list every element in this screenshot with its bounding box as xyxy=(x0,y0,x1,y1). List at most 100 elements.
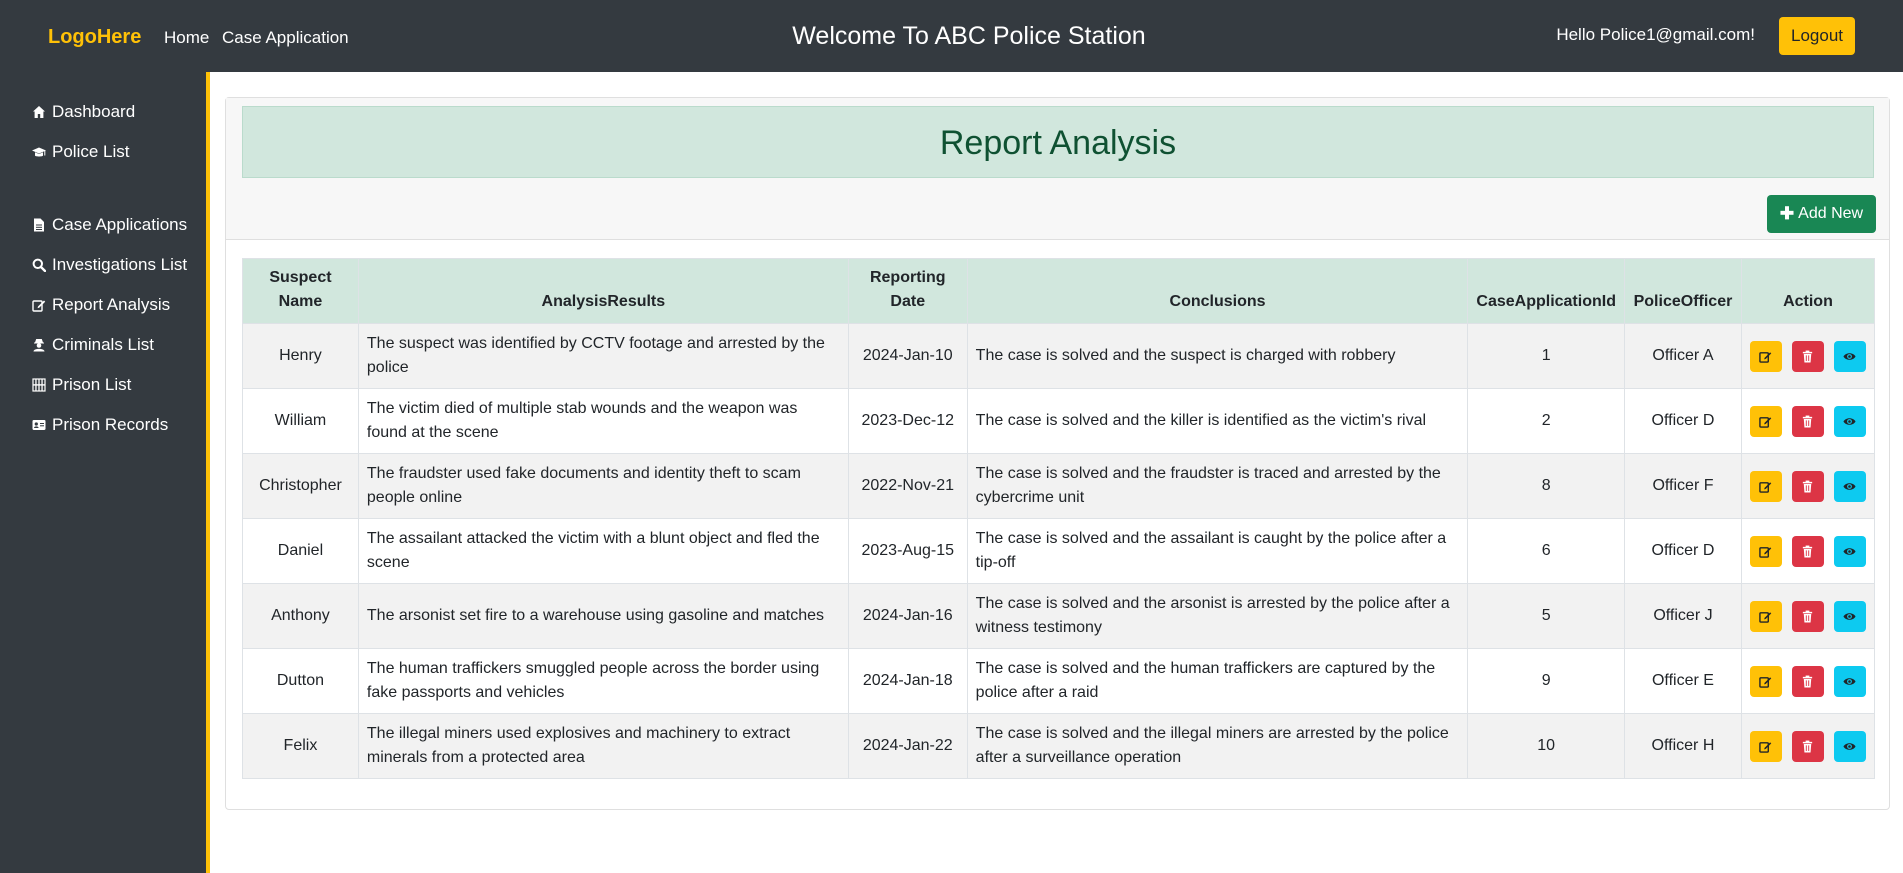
cell-case-application-id: 6 xyxy=(1467,518,1625,584)
report-analysis-table: Suspect Name AnalysisResults Reporting D… xyxy=(242,258,1876,779)
edit-button[interactable] xyxy=(1749,730,1782,762)
cell-analysis-results: The victim died of multiple stab wounds … xyxy=(357,388,849,454)
view-button[interactable] xyxy=(1833,405,1866,437)
sidebar-item-label: Police List xyxy=(52,142,130,161)
delete-button[interactable] xyxy=(1791,340,1824,372)
cell-reporting-date: 2023-Aug-15 xyxy=(847,518,968,584)
delete-button[interactable] xyxy=(1791,535,1824,567)
cell-conclusions: The case is solved and the arsonist is a… xyxy=(966,583,1469,649)
sidebar-item-report-analysis[interactable]: Report Analysis xyxy=(32,295,170,315)
cell-action xyxy=(1740,713,1876,779)
view-button[interactable] xyxy=(1833,730,1866,762)
sidebar-item-prison-list[interactable]: Prison List xyxy=(32,375,131,395)
report-analysis-panel: Report Analysis ✚ Add New Suspect Name A… xyxy=(225,97,1890,810)
trash-icon xyxy=(1801,545,1814,558)
edit-icon xyxy=(32,298,46,312)
delete-button[interactable] xyxy=(1791,730,1824,762)
sidebar-item-police-list[interactable]: Police List xyxy=(32,142,129,162)
cell-suspect-name: Anthony xyxy=(242,583,359,649)
logout-button[interactable]: Logout xyxy=(1779,17,1855,55)
eye-icon xyxy=(1843,415,1857,428)
panel-header: Report Analysis ✚ Add New xyxy=(226,98,1889,240)
delete-button[interactable] xyxy=(1791,470,1824,502)
cell-police-officer: Officer H xyxy=(1623,713,1742,779)
cell-action xyxy=(1740,388,1876,454)
sidebar-item-dashboard[interactable]: Dashboard xyxy=(32,102,135,122)
cell-case-application-id: 10 xyxy=(1467,713,1625,779)
nav-home-link[interactable]: Home xyxy=(164,28,209,48)
add-new-button[interactable]: ✚ Add New xyxy=(1767,195,1876,233)
graduation-cap-icon xyxy=(32,145,46,159)
delete-button[interactable] xyxy=(1791,405,1824,437)
file-icon xyxy=(32,218,46,232)
user-greeting: Hello Police1@gmail.com! xyxy=(1556,25,1755,44)
edit-button[interactable] xyxy=(1749,470,1782,502)
edit-button[interactable] xyxy=(1749,340,1782,372)
logo[interactable]: LogoHere xyxy=(48,26,141,49)
sidebar-item-label: Investigations List xyxy=(52,255,188,274)
nav-case-application-link[interactable]: Case Application xyxy=(222,28,349,48)
cell-analysis-results: The suspect was identified by CCTV foota… xyxy=(357,323,849,389)
table-row: Christopher The fraudster used fake docum… xyxy=(242,453,1876,519)
cell-conclusions: The case is solved and the fraudster is … xyxy=(966,453,1469,519)
sidebar-item-prison-records[interactable]: Prison Records xyxy=(32,415,168,435)
cell-case-application-id: 2 xyxy=(1467,388,1625,454)
edit-icon xyxy=(1759,545,1772,558)
sidebar-item-label: Prison Records xyxy=(52,415,169,434)
trash-icon xyxy=(1801,350,1814,363)
sidebar-item-label: Report Analysis xyxy=(52,295,171,314)
edit-button[interactable] xyxy=(1749,405,1782,437)
user-secret-icon xyxy=(32,338,46,352)
delete-button[interactable] xyxy=(1791,600,1824,632)
row-actions xyxy=(1749,340,1866,372)
add-new-label: Add New xyxy=(1798,205,1864,222)
table-row: William The victim died of multiple stab … xyxy=(242,388,1876,454)
eye-icon xyxy=(1843,740,1857,753)
cell-suspect-name: William xyxy=(242,388,359,454)
trash-icon xyxy=(1801,480,1814,493)
cell-case-application-id: 8 xyxy=(1467,453,1625,519)
header-analysis-results: AnalysisResults xyxy=(357,258,849,324)
cell-analysis-results: The assailant attacked the victim with a… xyxy=(357,518,849,584)
cell-analysis-results: The arsonist set fire to a warehouse usi… xyxy=(357,583,849,649)
cell-police-officer: Officer J xyxy=(1623,583,1742,649)
top-navbar: LogoHere Home Case Application Welcome T… xyxy=(0,0,1903,72)
table-row: Felix The illegal miners used explosives … xyxy=(242,713,1876,779)
view-button[interactable] xyxy=(1833,535,1866,567)
cell-analysis-results: The human traffickers smuggled people ac… xyxy=(357,648,849,714)
table-header-row: Suspect Name AnalysisResults Reporting D… xyxy=(242,258,1876,324)
cell-action xyxy=(1740,453,1876,519)
row-actions xyxy=(1749,600,1866,632)
cell-suspect-name: Daniel xyxy=(242,518,359,584)
id-card-icon xyxy=(32,418,46,432)
edit-button[interactable] xyxy=(1749,600,1782,632)
trash-icon xyxy=(1801,415,1814,428)
view-button[interactable] xyxy=(1833,470,1866,502)
row-actions xyxy=(1749,730,1866,762)
sidebar-item-criminals-list[interactable]: Criminals List xyxy=(32,335,154,355)
trash-icon xyxy=(1801,610,1814,623)
eye-icon xyxy=(1843,480,1857,493)
prison-icon xyxy=(32,378,46,392)
header-action: Action xyxy=(1740,258,1876,324)
cell-reporting-date: 2024-Jan-18 xyxy=(847,648,968,714)
edit-button[interactable] xyxy=(1749,665,1782,697)
cell-conclusions: The case is solved and the assailant is … xyxy=(966,518,1469,584)
cell-suspect-name: Felix xyxy=(242,713,359,779)
cell-case-application-id: 1 xyxy=(1467,323,1625,389)
sidebar-item-investigations-list[interactable]: Investigations List xyxy=(32,255,187,275)
page-title: Report Analysis xyxy=(242,106,1874,178)
cell-analysis-results: The illegal miners used explosives and m… xyxy=(357,713,849,779)
edit-button[interactable] xyxy=(1749,535,1782,567)
cell-reporting-date: 2023-Dec-12 xyxy=(847,388,968,454)
sidebar-item-label: Criminals List xyxy=(52,335,155,354)
delete-button[interactable] xyxy=(1791,665,1824,697)
cell-action xyxy=(1740,583,1876,649)
view-button[interactable] xyxy=(1833,600,1866,632)
sidebar-item-label: Case Applications xyxy=(52,215,188,234)
view-button[interactable] xyxy=(1833,665,1866,697)
sidebar-item-case-applications[interactable]: Case Applications xyxy=(32,215,187,235)
header-case-application-id: CaseApplicationId xyxy=(1467,258,1625,324)
view-button[interactable] xyxy=(1833,340,1866,372)
cell-action xyxy=(1740,518,1876,584)
